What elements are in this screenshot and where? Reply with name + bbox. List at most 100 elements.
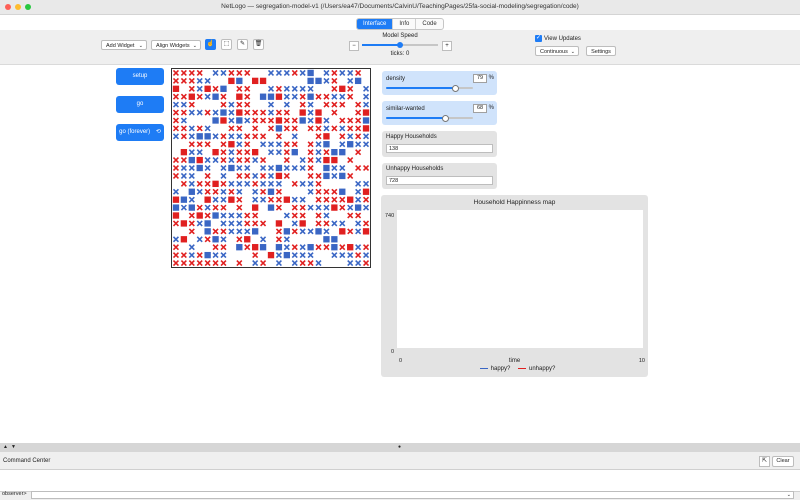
slider-track[interactable]: [386, 115, 473, 122]
clear-button[interactable]: Clear: [772, 456, 794, 467]
unhappy-agent: [299, 180, 306, 187]
pop-out-icon[interactable]: ⇱: [759, 456, 770, 467]
speed-increase-button[interactable]: +: [442, 41, 452, 51]
unhappy-agent: [212, 109, 219, 116]
happy-agent: [307, 69, 314, 77]
setup-button[interactable]: setup: [116, 68, 164, 85]
unhappy-agent: [172, 93, 179, 100]
slider-knob[interactable]: [442, 115, 450, 122]
command-center-title: Command Center: [3, 458, 51, 464]
unhappy-agent: [204, 180, 211, 187]
unhappy-agent: [228, 69, 235, 76]
delete-widget-button[interactable]: 🗑: [253, 39, 264, 50]
unhappy-agent: [188, 109, 195, 116]
command-input[interactable]: ⌄: [31, 491, 794, 499]
happy-agent: [236, 93, 243, 100]
edit-widget-button[interactable]: ✎: [237, 39, 248, 50]
happy-agent: [331, 148, 338, 156]
unhappy-agent: [220, 236, 227, 243]
unhappy-agent: [275, 133, 282, 140]
unhappy-agent: [172, 244, 179, 251]
align-widgets-dropdown[interactable]: Align Widgets ⌄: [151, 40, 201, 50]
slider-track[interactable]: [386, 85, 473, 92]
unhappy-agent: [220, 69, 227, 76]
unhappy-agent: [220, 244, 227, 251]
unhappy-agent: [275, 180, 282, 187]
slider-value[interactable]: 79: [473, 74, 487, 83]
happy-agent: [188, 204, 195, 211]
happy-agent: [172, 204, 180, 211]
similar-wanted-slider[interactable]: similar-wanted 68 %: [382, 101, 497, 125]
unhappy-agent: [355, 188, 362, 195]
happy-agent: [212, 236, 219, 243]
model-speed-slider[interactable]: [362, 42, 438, 48]
unhappy-agent: [291, 244, 298, 251]
unhappy-agent: [267, 117, 275, 124]
happy-agent: [275, 172, 283, 180]
unhappy-agent: [260, 236, 267, 243]
update-mode-dropdown[interactable]: Continuous ⌄: [535, 46, 579, 56]
unhappy-agent: [291, 220, 298, 227]
slider-knob[interactable]: [451, 85, 459, 92]
unhappy-agent: [244, 141, 251, 148]
unhappy-agent: [244, 228, 251, 235]
tab-code[interactable]: Code: [416, 19, 442, 29]
go-forever-button[interactable]: go (forever) ⟲: [116, 124, 164, 141]
collapse-down-icon[interactable]: ▼: [11, 444, 16, 450]
view-updates-checkbox[interactable]: ✓: [535, 35, 542, 42]
speed-decrease-button[interactable]: −: [349, 41, 359, 51]
select-mode-button[interactable]: ⬚: [221, 39, 232, 50]
tab-interface[interactable]: Interface: [357, 19, 394, 29]
unhappy-agent: [339, 164, 346, 172]
unhappy-agent: [355, 228, 362, 235]
unhappy-agent: [315, 180, 322, 187]
plot-legend: happy? unhappy?: [381, 366, 648, 372]
unhappy-agent: [347, 172, 354, 179]
add-widget-dropdown[interactable]: Add Widget ⌄: [101, 40, 147, 50]
unhappy-agent: [212, 196, 219, 203]
unhappy-agent: [355, 141, 362, 148]
unhappy-agent: [220, 93, 227, 100]
happy-agent: [307, 244, 314, 251]
unhappy-agent: [196, 188, 203, 195]
happy-agent: [299, 220, 306, 227]
monitor-value: 728: [386, 176, 493, 185]
happy-agent: [323, 133, 330, 140]
happy-agent: [267, 188, 275, 195]
plot-x-label: time: [508, 358, 521, 364]
unhappy-agent: [228, 125, 235, 132]
interact-mode-button[interactable]: ☝: [205, 39, 216, 50]
unhappy-agent: [275, 69, 282, 76]
unhappy-agent: [315, 93, 322, 100]
unhappy-agent: [315, 125, 322, 132]
unhappy-agent: [267, 101, 275, 108]
unhappy-agent: [307, 188, 314, 195]
happy-agent: [307, 93, 314, 100]
window-title: NetLogo — segregation-model-v1 (/Users/e…: [221, 3, 579, 10]
title-bar: NetLogo — segregation-model-v1 (/Users/e…: [0, 0, 800, 15]
pane-splitter[interactable]: ▲ ▼ ●: [0, 443, 800, 452]
tab-info[interactable]: Info: [393, 19, 417, 29]
unhappy-agent: [323, 69, 330, 76]
collapse-up-icon[interactable]: ▲: [3, 444, 8, 450]
happy-agent: [172, 212, 180, 219]
speed-slider-knob[interactable]: [397, 42, 403, 48]
unhappy-agent: [339, 204, 346, 211]
happy-agent: [283, 251, 291, 259]
happy-agent: [354, 77, 362, 85]
settings-button[interactable]: Settings: [586, 46, 616, 56]
density-slider[interactable]: density 79 %: [382, 71, 497, 95]
unhappy-agent: [267, 69, 275, 76]
happy-agent: [339, 148, 346, 156]
unhappy-agent: [260, 220, 267, 227]
plot-x-max: 10: [638, 358, 645, 364]
splitter-handle-icon[interactable]: ●: [398, 444, 401, 450]
unhappy-agent: [331, 188, 338, 195]
unhappy-agent: [307, 157, 314, 164]
world-view[interactable]: [171, 68, 371, 268]
unhappy-agent: [283, 149, 290, 156]
go-button[interactable]: go: [116, 96, 164, 113]
happy-agent: [204, 85, 211, 92]
slider-value[interactable]: 68: [473, 104, 487, 113]
unhappy-agent: [363, 196, 370, 203]
